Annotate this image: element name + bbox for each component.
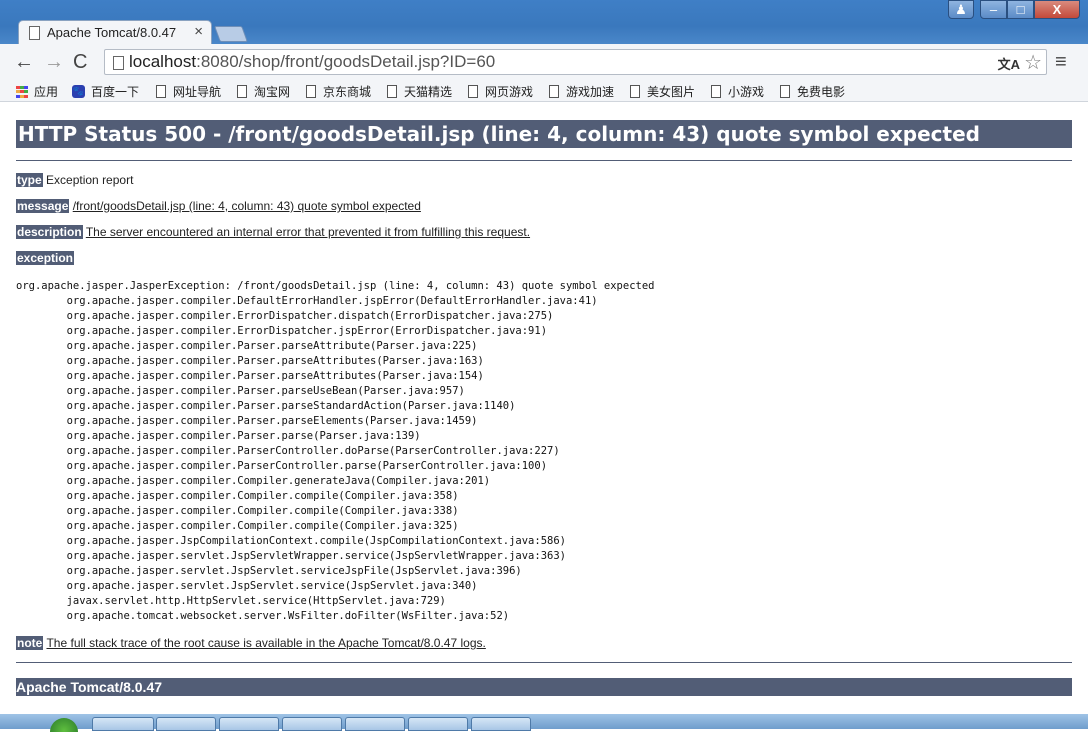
reload-icon[interactable]: C — [73, 51, 87, 74]
divider — [16, 662, 1072, 663]
url-host: localhost — [129, 52, 197, 71]
bookmark-tmall[interactable]: 天猫精选 — [387, 83, 452, 100]
baidu-paw-icon: 🐾 — [72, 85, 85, 98]
window-controls: ♟ – □ X — [948, 0, 1080, 19]
bookmark-web-games[interactable]: 网页游戏 — [468, 83, 533, 100]
type-value: Exception report — [46, 173, 134, 187]
start-orb-icon[interactable] — [50, 718, 78, 732]
user-profile-button[interactable]: ♟ — [948, 0, 974, 19]
bookmark-label: 免费电影 — [797, 85, 846, 99]
os-taskbar — [0, 714, 1088, 732]
translate-icon[interactable]: 文A — [998, 54, 1020, 73]
tab-title: Apache Tomcat/8.0.47 — [47, 25, 177, 40]
bookmark-label: 网页游戏 — [485, 85, 534, 99]
browser-tab[interactable]: Apache Tomcat/8.0.47 × — [18, 20, 212, 44]
type-label: type — [16, 173, 43, 187]
bookmark-mini-games[interactable]: 小游戏 — [711, 83, 764, 100]
description-label: description — [16, 225, 83, 239]
description-row: description The server encountered an in… — [16, 225, 530, 239]
bookmark-game-boost[interactable]: 游戏加速 — [549, 83, 614, 100]
divider — [16, 160, 1072, 161]
minimize-button[interactable]: – — [980, 0, 1007, 19]
bookmark-star-icon[interactable]: ☆ — [1024, 50, 1042, 75]
message-row: message /front/goodsDetail.jsp (line: 4,… — [16, 199, 421, 213]
bookmark-apps[interactable]: 应用 — [16, 83, 58, 100]
url-path: :8080/shop/front/goodsDetail.jsp?ID=60 — [196, 52, 496, 71]
page-icon — [113, 56, 124, 70]
bookmark-label: 网址导航 — [173, 85, 222, 99]
bookmark-free-movies[interactable]: 免费电影 — [780, 83, 845, 100]
bookmark-label: 美女图片 — [647, 85, 696, 99]
menu-icon[interactable]: ≡ — [1055, 51, 1067, 74]
page-icon — [468, 85, 478, 98]
apps-grid-icon — [16, 85, 28, 98]
page-icon — [29, 26, 40, 40]
footer-server-info: Apache Tomcat/8.0.47 — [16, 678, 1072, 696]
bookmarks-bar: 应用 🐾 百度一下 网址导航 淘宝网 京东商城 天猫精选 网页游戏 游戏加速 美女… — [0, 80, 1088, 102]
page-icon — [549, 85, 559, 98]
bookmark-label: 淘宝网 — [254, 85, 291, 99]
bookmark-pictures[interactable]: 美女图片 — [630, 83, 695, 100]
page-icon — [630, 85, 640, 98]
page-icon — [387, 85, 397, 98]
type-row: type Exception report — [16, 173, 133, 187]
message-value: /front/goodsDetail.jsp (line: 4, column:… — [72, 199, 421, 213]
bookmark-label: 应用 — [34, 85, 59, 99]
address-bar[interactable]: localhost:8080/shop/front/goodsDetail.js… — [104, 49, 1047, 75]
bookmark-label: 小游戏 — [728, 85, 765, 99]
exception-row: exception — [16, 251, 75, 265]
forward-arrow-icon[interactable]: → — [44, 51, 64, 74]
page-content: HTTP Status 500 - /front/goodsDetail.jsp… — [0, 102, 1088, 714]
page-icon — [156, 85, 166, 98]
stack-trace: org.apache.jasper.JasperException: /fron… — [16, 280, 655, 622]
bookmark-jd[interactable]: 京东商城 — [306, 83, 371, 100]
page-icon — [306, 85, 316, 98]
url-text[interactable]: localhost:8080/shop/front/goodsDetail.js… — [129, 52, 495, 72]
note-row: note The full stack trace of the root ca… — [16, 636, 486, 650]
bookmark-label: 天猫精选 — [404, 85, 453, 99]
page-icon — [237, 85, 247, 98]
page-icon — [780, 85, 790, 98]
close-window-button[interactable]: X — [1034, 0, 1080, 19]
message-label: message — [16, 199, 70, 213]
maximize-button[interactable]: □ — [1007, 0, 1034, 19]
bookmark-site-nav[interactable]: 网址导航 — [156, 83, 221, 100]
bookmark-label: 京东商城 — [323, 85, 372, 99]
bookmark-taobao[interactable]: 淘宝网 — [237, 83, 290, 100]
note-value: The full stack trace of the root cause i… — [46, 636, 486, 650]
exception-label: exception — [16, 251, 75, 265]
bookmark-label: 游戏加速 — [566, 85, 615, 99]
bookmark-baidu[interactable]: 🐾 百度一下 — [72, 83, 139, 100]
tab-close-icon[interactable]: × — [194, 23, 203, 40]
description-value: The server encountered an internal error… — [85, 225, 531, 239]
browser-toolbar: ← → C localhost:8080/shop/front/goodsDet… — [0, 44, 1088, 80]
new-tab-button[interactable] — [214, 26, 248, 42]
error-title: HTTP Status 500 - /front/goodsDetail.jsp… — [16, 120, 1072, 148]
note-label: note — [16, 636, 44, 650]
window-titlebar: ♟ – □ X Apache Tomcat/8.0.47 × — [0, 0, 1088, 44]
back-arrow-icon[interactable]: ← — [14, 51, 34, 74]
bookmark-label: 百度一下 — [91, 85, 140, 99]
page-icon — [711, 85, 721, 98]
